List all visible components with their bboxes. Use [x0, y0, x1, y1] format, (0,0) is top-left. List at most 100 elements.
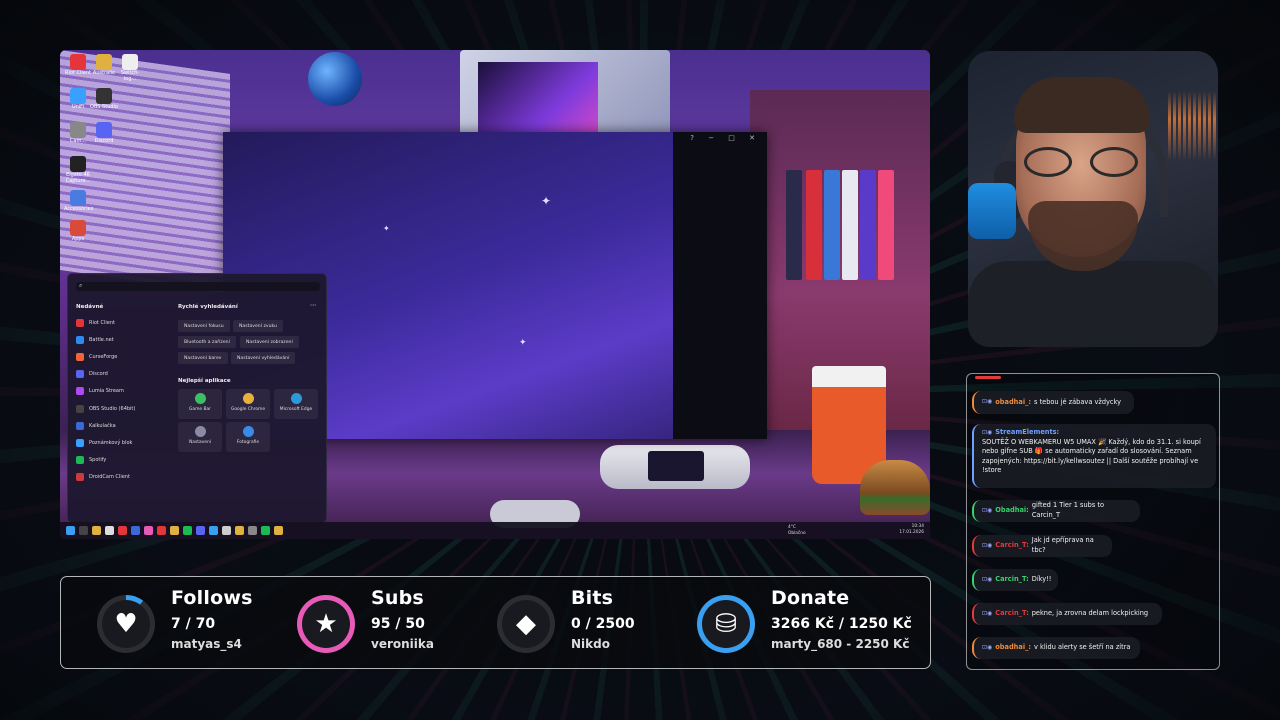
top-app-tile[interactable]: Microsoft Edge [274, 389, 318, 419]
taskbar-app-icon[interactable] [157, 526, 166, 535]
quick-search-chip[interactable]: Nastavení fokusu [178, 320, 230, 332]
chat-panel: ⊡◉ obadhai_: s tebou jé zábava vždycky ⊡◉ St… [966, 373, 1220, 670]
taskbar-app-icon[interactable] [79, 526, 88, 535]
taskbar-app-icon[interactable] [222, 526, 231, 535]
desktop-icon[interactable]: Cam... [64, 122, 92, 145]
app-icon [70, 88, 86, 104]
app-icon [76, 318, 84, 327]
chat-message: ⊡◉ Carcin_T: pekne, ja zrovna delam lockpi… [972, 603, 1162, 625]
sparkle-icon: ✦ [383, 224, 390, 233]
taskbar-app-icon[interactable] [144, 526, 153, 535]
start-pinned-item[interactable]: Spotify [76, 454, 166, 467]
chat-message: ⊡◉ Carcin_T: Jak jd epříprava na tbc? [972, 535, 1112, 557]
chat-username[interactable]: obadhai_: [995, 643, 1031, 653]
desktop-icon[interactable]: Riot Client [64, 54, 92, 77]
top-app-tile[interactable]: Nastavení [178, 422, 222, 452]
top-app-tile[interactable]: Google Chrome [226, 389, 270, 419]
chat-username[interactable]: StreamElements: [995, 428, 1059, 436]
chat-username[interactable]: Obadhai: [995, 506, 1029, 516]
start-pinned-item[interactable]: Lumia Stream [76, 385, 166, 398]
desktop-icon-label: Discord [94, 138, 114, 144]
desktop-icon[interactable]: OBS Studio [90, 88, 118, 111]
desktop-icon-label: Accessories [64, 206, 94, 212]
audio-visualizer [1168, 91, 1218, 161]
desktop-icon[interactable]: Apps [64, 220, 92, 243]
start-pinned-item[interactable]: DroidCam Client [76, 471, 166, 484]
start-pinned-item[interactable]: Poznámkový blok [76, 436, 166, 449]
taskbar-app-icon[interactable] [170, 526, 179, 535]
taskbar-app-icon[interactable] [274, 526, 283, 535]
taskbar-app-icon[interactable] [248, 526, 257, 535]
taskbar-app-icon[interactable] [209, 526, 218, 535]
system-tray-clock[interactable]: 10:34 17.01.2026 [899, 524, 924, 535]
weather-widget[interactable]: 4°C Oblačno [788, 525, 806, 536]
chat-username[interactable]: Carcin_T: [995, 541, 1028, 551]
taskbar-app-icon[interactable] [183, 526, 192, 535]
goal-value: 0 / 2500 [571, 616, 635, 632]
app-icon [194, 426, 206, 437]
app-icon [76, 352, 84, 361]
app-icon [96, 88, 112, 104]
quick-search-chip[interactable]: Nastavení barev [178, 352, 228, 364]
start-pinned-label: DroidCam Client [89, 474, 130, 481]
start-pinned-item[interactable]: Discord [76, 368, 166, 381]
app-icon [70, 54, 86, 70]
chat-username[interactable]: Carcin_T: [995, 575, 1028, 585]
globe-decoration [308, 52, 362, 106]
goal-value: 95 / 50 [371, 616, 425, 632]
goal-icon-holder: ♥ [102, 600, 150, 648]
quick-search-chip[interactable]: Nastavení vyhledávání [231, 352, 296, 364]
chat-username[interactable]: obadhai_: [995, 398, 1031, 408]
desktop-icon-label: Riot Client [65, 70, 91, 76]
start-pinned-item[interactable]: OBS Studio (64bit) [76, 402, 166, 415]
taskbar-app-icon[interactable] [105, 526, 114, 535]
quick-search-chip[interactable]: Nastavení zvuku [233, 320, 283, 332]
window-controls[interactable]: ? − □ ✕ [690, 134, 761, 142]
app-icon [76, 456, 84, 465]
chat-text: pekne, ja zrovna delam lockpicking [1031, 609, 1149, 618]
app-icon [242, 426, 254, 437]
heart-icon: ♥ [114, 609, 138, 639]
desktop-icon-label: Cam... [69, 138, 87, 144]
desktop-icon[interactable]: UniFi [64, 88, 92, 111]
app-icon [76, 335, 84, 344]
taskbar-app-icon[interactable] [196, 526, 205, 535]
app-icon [76, 421, 84, 430]
taskbar-app-icon[interactable] [261, 526, 270, 535]
taskbar-app-icon[interactable] [118, 526, 127, 535]
top-app-tile[interactable]: Game Bar [178, 389, 222, 419]
quick-search-chip[interactable]: Bluetooth a zařízení [178, 336, 236, 348]
start-pinned-item[interactable]: Riot Client [76, 316, 166, 329]
sparkle-icon: ✦ [541, 194, 552, 208]
app-icon [70, 156, 86, 172]
desktop-icon[interactable]: Discord [90, 122, 118, 145]
taskbar-app-icon[interactable] [92, 526, 101, 535]
top-app-tile[interactable]: Fotografie [226, 422, 270, 452]
quick-search-chip[interactable]: Nastavení zobrazení [240, 336, 299, 348]
goal-progress-ring: ◆ [497, 595, 555, 653]
desktop-icon[interactable]: Switch-log... [116, 54, 144, 82]
taskbar-app-icon[interactable] [66, 526, 75, 535]
app-icon [76, 404, 84, 413]
desktop-icon[interactable]: Elgato 4K Capture... [64, 156, 92, 184]
start-pinned-item[interactable]: Battle.net [76, 333, 166, 346]
chat-message: ⊡◉ obadhai_: s tebou jé zábava vždycky [972, 391, 1134, 414]
start-menu[interactable]: ⌕ Nedávné Riot Client Battle.net CurseForg… [67, 273, 327, 523]
desktop-icon-label: Elgato 4K Capture... [65, 172, 91, 184]
desktop-capture: Riot Client Australie Switch-log... UniFi OB… [60, 50, 930, 539]
start-pinned-item[interactable]: CurseForge [76, 350, 166, 363]
taskbar-app-icon[interactable] [131, 526, 140, 535]
top-app-label: Nastavení [189, 440, 211, 445]
more-icon[interactable]: ··· [310, 303, 316, 309]
taskbar-app-icon[interactable] [235, 526, 244, 535]
app-icon [122, 54, 138, 70]
desktop-icon[interactable]: Accessories [64, 190, 94, 213]
streamer-hair [1014, 77, 1150, 133]
badge-icon: ⊡◉ [982, 643, 993, 651]
start-pinned-item[interactable]: Kalkulačka [76, 419, 166, 432]
start-pinned-label: Discord [89, 371, 108, 378]
goal-value: 3266 Kč / 1250 Kč [771, 616, 912, 632]
desktop-icon[interactable]: Australie [90, 54, 118, 77]
start-search-input[interactable]: ⌕ [76, 282, 320, 291]
chat-username[interactable]: Carcin_T: [995, 609, 1028, 619]
